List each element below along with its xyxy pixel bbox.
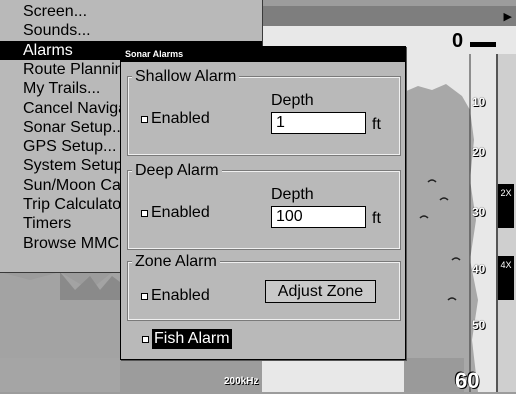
depth-tick-label: 20 xyxy=(472,145,486,159)
status-bar: ▶ xyxy=(262,6,516,26)
depth-tick-label: 40 xyxy=(472,262,486,276)
checkbox-icon[interactable] xyxy=(141,209,148,217)
depth-tick-label: 50 xyxy=(472,318,486,332)
zoom-badge-label: 4X xyxy=(500,260,512,270)
sonar-alarms-dialog: Sonar Alarms Shallow Alarm Enabled Depth… xyxy=(120,46,406,360)
depth-tick-label: 10 xyxy=(472,95,486,109)
shallow-depth-input[interactable] xyxy=(271,112,366,134)
frequency-label: 200kHz xyxy=(224,376,259,387)
depth-cursor-icon xyxy=(470,42,496,47)
fish-alarm-checkbox[interactable]: Fish Alarm xyxy=(142,329,232,349)
deep-depth-label: Depth xyxy=(271,186,314,203)
depth-tick-label: 30 xyxy=(472,205,486,219)
shallow-depth-label: Depth xyxy=(271,92,314,109)
shallow-alarm-title: Shallow Alarm xyxy=(132,68,240,86)
zone-enabled-checkbox[interactable]: Enabled xyxy=(141,287,210,305)
zone-enabled-label: Enabled xyxy=(151,287,210,304)
checkbox-icon[interactable] xyxy=(142,335,149,343)
play-arrow-icon[interactable]: ▶ xyxy=(504,10,512,23)
checkbox-icon[interactable] xyxy=(141,292,148,300)
deep-enabled-checkbox[interactable]: Enabled xyxy=(141,204,210,222)
zoom-badge-4x[interactable]: 4X xyxy=(498,256,514,300)
checkbox-icon[interactable] xyxy=(141,115,148,123)
fish-alarm-label: Fish Alarm xyxy=(152,329,232,349)
deep-depth-input[interactable] xyxy=(271,206,366,228)
zoom-badge-2x[interactable]: 2X xyxy=(498,184,514,228)
dialog-title: Sonar Alarms xyxy=(121,47,405,62)
zoom-badge-label: 2X xyxy=(500,188,512,198)
zone-alarm-title: Zone Alarm xyxy=(132,253,220,271)
depth-top-label: 0 xyxy=(452,30,464,52)
deep-alarm-group: Deep Alarm Enabled Depth ft xyxy=(127,162,401,250)
menu-item-sounds[interactable]: Sounds... xyxy=(23,21,258,40)
shallow-enabled-checkbox[interactable]: Enabled xyxy=(141,110,210,128)
shallow-enabled-label: Enabled xyxy=(151,110,210,127)
depth-bottom-label: 60 xyxy=(455,368,480,393)
shallow-alarm-group: Shallow Alarm Enabled Depth ft xyxy=(127,68,401,156)
shallow-depth-unit: ft xyxy=(372,116,381,133)
zone-alarm-group: Zone Alarm Enabled Adjust Zone xyxy=(127,253,401,321)
deep-enabled-label: Enabled xyxy=(151,204,210,221)
adjust-zone-button[interactable]: Adjust Zone xyxy=(265,280,376,303)
deep-depth-unit: ft xyxy=(372,210,381,227)
deep-alarm-title: Deep Alarm xyxy=(132,162,222,180)
menu-item-screen[interactable]: Screen... xyxy=(23,2,258,21)
